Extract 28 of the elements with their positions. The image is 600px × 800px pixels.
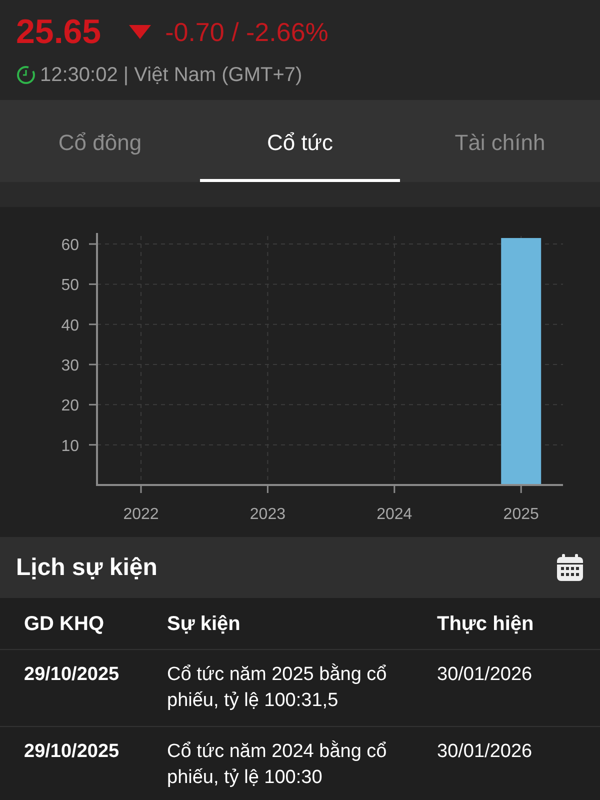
axis-label: 20 (61, 398, 79, 415)
axis-label: 30 (61, 358, 79, 375)
tab[interactable]: Cổ đông (0, 100, 200, 182)
column-header: Sự kiện (167, 612, 242, 636)
down-arrow-icon (129, 25, 152, 39)
table-cell-text: 29/10/2025 (24, 740, 120, 764)
price-change: -0.70 / -2.66% (165, 16, 328, 48)
calendar-icon[interactable] (556, 554, 584, 582)
axis-label: 2022 (123, 506, 159, 523)
axis-label: 60 (61, 237, 79, 254)
clock-icon (16, 65, 36, 85)
column-header: Thực hiện (437, 612, 535, 636)
axis-label: 2025 (503, 506, 539, 523)
axis-label: 2024 (376, 506, 412, 523)
table-cell-text: 29/10/2025 (24, 663, 120, 687)
tab[interactable]: Tài chính (400, 100, 600, 182)
table-cell-text: 30/01/2026 (437, 740, 534, 764)
axis-label: 40 (61, 317, 79, 334)
axis-label: 50 (61, 277, 79, 294)
update-time: 12:30:02 | Việt Nam (GMT+7) (40, 63, 302, 88)
table-cell-text: Cổ tức năm 2024 bằng cổ phiếu, tỷ lệ 100:30 (167, 740, 388, 790)
column-header: GD KHQ (24, 612, 105, 636)
table-cell-text: Cổ tức năm 2025 bằng cổ phiếu, tỷ lệ 100:31,5 (167, 662, 388, 713)
stock-price: 25.65 (16, 12, 102, 52)
section-title: Lịch sự kiện (16, 552, 158, 582)
table-cell-text: 30/01/2026 (437, 663, 534, 687)
axis-label: 10 (61, 438, 79, 455)
axis-label: 2023 (250, 506, 286, 523)
